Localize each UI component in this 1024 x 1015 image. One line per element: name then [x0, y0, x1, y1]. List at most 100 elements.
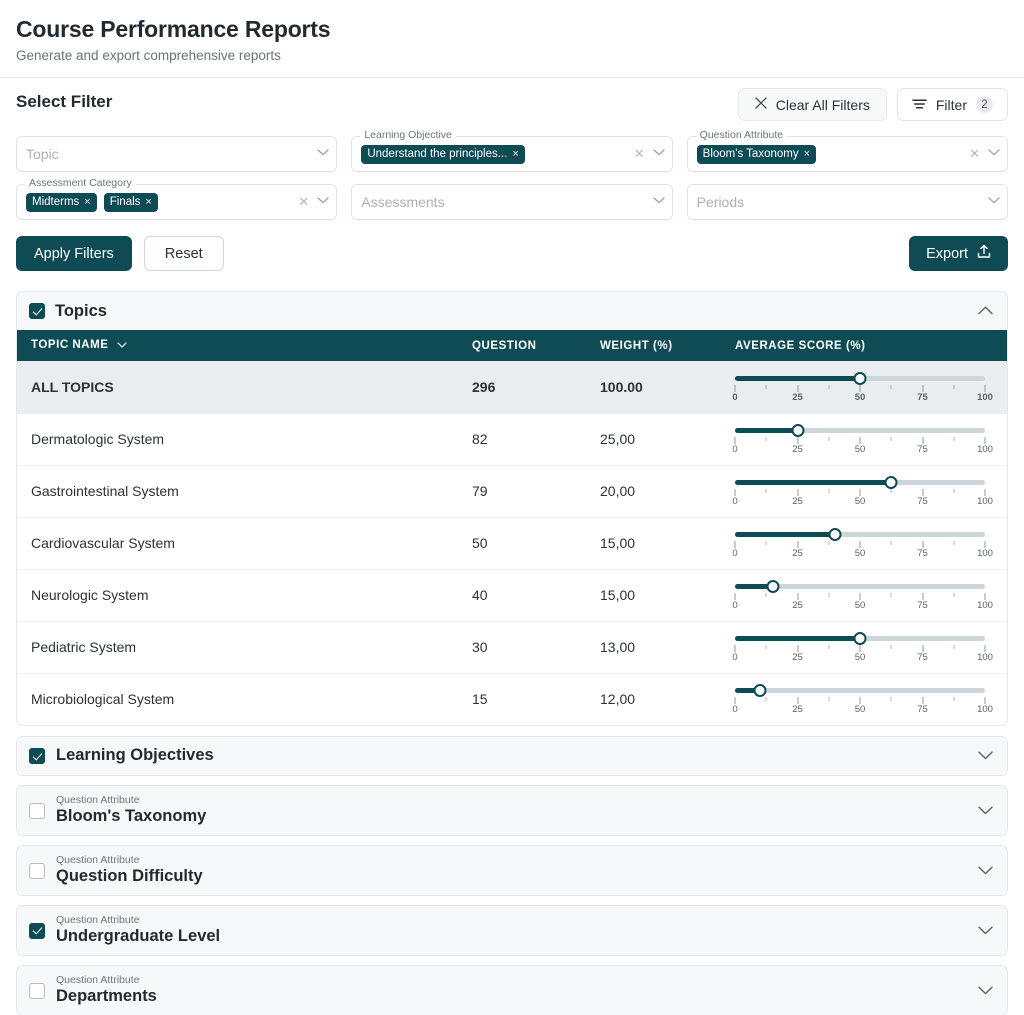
slider-tick	[859, 489, 861, 496]
clear-all-filters-button[interactable]: Clear All Filters	[737, 88, 887, 121]
chip-remove-icon[interactable]: ×	[512, 148, 518, 160]
slider-tick	[922, 697, 923, 705]
accordion-question-difficulty[interactable]: Question Attribute Question Difficulty	[16, 845, 1008, 896]
table-row[interactable]: Pediatric System 30 13,00 0 25 50 75 100	[17, 621, 1007, 674]
select-assessment-category[interactable]: Assessment Category Midterms × Finals × ✕	[16, 178, 338, 220]
accordion-checkbox-question-difficulty[interactable]	[29, 862, 45, 879]
topics-panel-header[interactable]: Topics	[17, 292, 1007, 330]
chevron-down-icon[interactable]	[978, 802, 993, 820]
export-button[interactable]: Export	[909, 236, 1008, 271]
slider-thumb[interactable]	[766, 580, 779, 593]
chevron-down-icon[interactable]	[317, 148, 329, 160]
chip-assessment-category-1[interactable]: Finals ×	[103, 192, 158, 212]
chevron-down-icon[interactable]	[653, 148, 665, 160]
cell-average-score: 0 25 50 75 100	[732, 621, 1007, 674]
topics-checkbox[interactable]	[29, 303, 45, 319]
chevron-down-icon[interactable]	[117, 339, 127, 351]
table-row[interactable]: Microbiological System 15 12,00 0 25 50 75 100	[17, 673, 1007, 725]
accordion-texts-bloom-s-taxonomy: Question Attribute Bloom's Taxonomy	[56, 794, 206, 827]
chip-question-attribute-0[interactable]: Bloom's Taxonomy ×	[696, 144, 817, 164]
chip-remove-icon[interactable]: ×	[84, 196, 90, 208]
select-assessments[interactable]: Assessments	[351, 184, 673, 220]
filter-lines-icon	[912, 97, 927, 113]
average-score-slider[interactable]: 0 25 50 75 100	[732, 474, 993, 508]
slider-thumb[interactable]	[853, 632, 867, 645]
chip-remove-icon[interactable]: ×	[145, 196, 151, 208]
chip-assessment-category-0[interactable]: Midterms ×	[26, 192, 97, 212]
select-controls-question-attribute: ✕	[969, 146, 1000, 162]
accordion-title-question-difficulty: Question Difficulty	[56, 867, 203, 886]
select-clear-icon[interactable]: ✕	[634, 146, 645, 162]
cell-weight: 15,00	[600, 569, 735, 622]
select-question-attribute[interactable]: Question Attribute Bloom's Taxonomy × ✕	[686, 130, 1008, 172]
slider-tick-label: 75	[917, 548, 928, 559]
table-row[interactable]: ALL TOPICS 296 100.00 0 25 50 75 100	[17, 361, 1007, 414]
chevron-down-icon[interactable]	[653, 196, 665, 208]
slider-thumb[interactable]	[791, 424, 804, 437]
chevron-down-icon[interactable]	[988, 196, 1000, 208]
average-score-slider[interactable]: 0 25 50 75 100	[732, 526, 993, 560]
chevron-down-icon[interactable]	[978, 982, 993, 1000]
slider-tick-label: 50	[854, 496, 866, 507]
average-score-slider[interactable]: 0 25 50 75 100	[732, 422, 993, 456]
chip-learning-objective-0[interactable]: Understand the principles... ×	[361, 144, 525, 164]
page-title: Course Performance Reports	[16, 16, 331, 42]
select-legend-assessment-category: Assessment Category	[25, 178, 136, 189]
slider-tick	[859, 384, 861, 392]
average-score-slider[interactable]: 0 25 50 75 100	[732, 578, 993, 612]
accordion-checkbox-learning-objectives[interactable]	[29, 748, 45, 764]
slider-fill	[735, 636, 860, 641]
accordion-bloom-s-taxonomy[interactable]: Question Attribute Bloom's Taxonomy	[16, 785, 1008, 836]
chip-remove-icon[interactable]: ×	[804, 148, 810, 160]
slider-tick-label: 0	[732, 600, 738, 611]
select-learning-objective[interactable]: Learning Objective Understand the princip…	[351, 130, 673, 172]
chevron-up-icon[interactable]	[978, 302, 993, 320]
slider-thumb[interactable]	[884, 476, 898, 489]
accordion-checkbox-bloom-s-taxonomy[interactable]	[29, 802, 45, 819]
slider-tick	[765, 384, 767, 389]
chevron-down-icon[interactable]	[978, 862, 993, 880]
accordion-undergraduate-level[interactable]: Question Attribute Undergraduate Level	[16, 905, 1008, 956]
slider-thumb[interactable]	[828, 528, 842, 541]
slider-tick-label: 100	[977, 548, 993, 559]
average-score-slider[interactable]: 0 25 50 75 100	[732, 370, 993, 404]
select-clear-icon[interactable]: ✕	[298, 194, 309, 210]
apply-filters-button[interactable]: Apply Filters	[16, 236, 132, 271]
slider-tick	[797, 437, 798, 444]
slider-fill	[735, 480, 892, 485]
slider-tick	[953, 541, 955, 545]
select-placeholder-periods: Periods	[696, 194, 745, 210]
table-row[interactable]: Cardiovascular System 50 15,00 0 25 50 75 100	[17, 517, 1007, 570]
reset-button[interactable]: Reset	[143, 236, 224, 271]
table-row[interactable]: Gastrointestinal System 79 20,00 0 25 50 75 100	[17, 465, 1007, 518]
slider-tick-label: 100	[977, 391, 993, 403]
slider-tick	[828, 489, 830, 493]
chevron-down-icon[interactable]	[988, 148, 1000, 160]
chevron-down-icon[interactable]	[978, 747, 993, 765]
select-controls-assessments	[653, 196, 665, 208]
slider-thumb[interactable]	[853, 371, 867, 385]
chevron-down-icon[interactable]	[978, 922, 993, 940]
average-score-slider[interactable]: 0 25 50 75 100	[732, 682, 993, 716]
slider-tick	[797, 489, 798, 496]
accordion-departments[interactable]: Question Attribute Departments	[16, 965, 1008, 1015]
slider-tick-label: 0	[732, 652, 738, 663]
slider-tick-label: 75	[917, 496, 928, 507]
slider-tick-label: 100	[977, 704, 993, 716]
average-score-slider[interactable]: 0 25 50 75 100	[732, 630, 993, 664]
filter-button[interactable]: Filter 2	[896, 88, 1008, 121]
accordion-checkbox-departments[interactable]	[29, 982, 45, 999]
slider-thumb[interactable]	[753, 684, 767, 698]
cell-average-score: 0 25 50 75 100	[732, 517, 1007, 570]
select-clear-icon[interactable]: ✕	[969, 146, 980, 162]
column-header-topic-name[interactable]: TOPIC NAME	[17, 330, 472, 361]
select-periods[interactable]: Periods	[686, 184, 1008, 220]
table-row[interactable]: Dermatologic System 82 25,00 0 25 50 75 100	[17, 413, 1007, 466]
accordion-checkbox-undergraduate-level[interactable]	[29, 922, 45, 939]
select-topic[interactable]: Topic	[16, 136, 338, 172]
slider-tick	[797, 697, 798, 705]
accordion-learning-objectives[interactable]: Learning Objectives	[16, 736, 1008, 776]
cell-weight: 15,00	[600, 517, 735, 570]
chevron-down-icon[interactable]	[317, 196, 329, 208]
table-row[interactable]: Neurologic System 40 15,00 0 25 50 75 100	[17, 569, 1007, 622]
